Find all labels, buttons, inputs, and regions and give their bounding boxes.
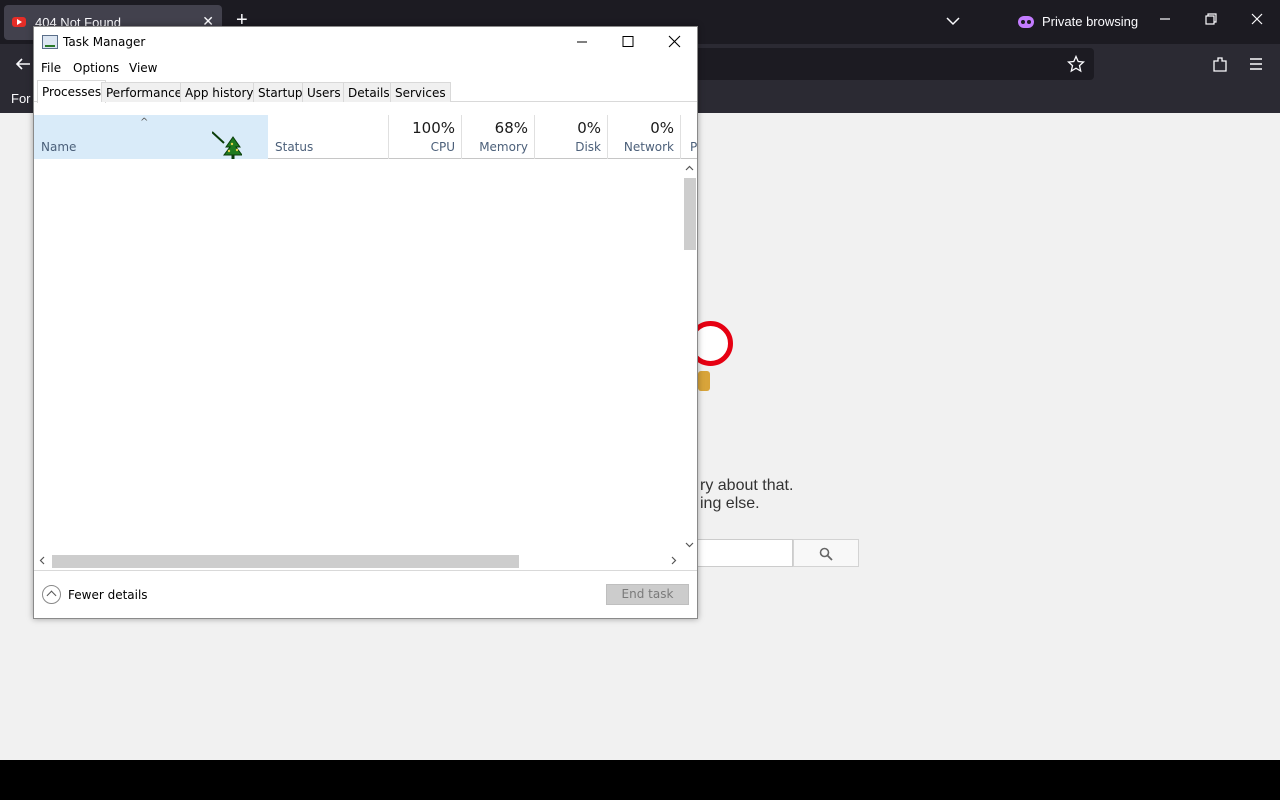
scroll-right-icon[interactable] [669,556,678,565]
memory-percent: 68% [494,119,528,137]
private-mask-icon [1018,15,1034,28]
tab-details[interactable]: Details [343,82,395,102]
tm-minimize-icon[interactable] [559,27,605,57]
back-arrow-icon[interactable] [14,55,32,73]
horizontal-scroll-thumb[interactable] [52,555,519,568]
screen: 404 Not Found ✕ + Private browsing For r… [0,0,1280,800]
column-network[interactable]: 0% Network [608,115,681,159]
process-list[interactable] [34,160,682,553]
column-status-label: Status [275,140,314,154]
task-manager-title: Task Manager [63,35,146,49]
tab-processes[interactable]: Processes [37,80,107,103]
tm-close-icon[interactable] [651,27,697,57]
search-input[interactable] [692,539,793,567]
tab-services[interactable]: Services [390,82,451,102]
process-column-headers: ^ Name Status 100% CPU 68% Memory 0% Dis… [34,115,697,159]
vertical-scroll-thumb[interactable] [684,178,696,250]
scroll-left-icon[interactable] [38,556,47,565]
extensions-icon[interactable] [1211,55,1229,73]
fewer-details-label: Fewer details [68,587,148,602]
column-power-label: P [690,140,698,154]
horizontal-scrollbar[interactable] [34,553,682,569]
menu-file[interactable]: File [41,61,61,75]
column-status[interactable]: Status [269,115,389,159]
private-browsing-indicator: Private browsing [1018,14,1138,29]
error-message-line2: ing else. [700,495,760,512]
column-power[interactable]: P [681,115,697,159]
fewer-details-button[interactable]: Fewer details [42,585,148,604]
column-cpu[interactable]: 100% CPU [389,115,462,159]
disk-percent: 0% [577,119,601,137]
black-bar [0,760,1280,800]
column-network-label: Network [623,140,674,154]
column-disk[interactable]: 0% Disk [535,115,608,159]
task-manager-titlebar[interactable]: Task Manager [34,27,697,57]
menu-hamburger-icon[interactable] [1248,56,1264,72]
restore-icon[interactable] [1204,12,1218,26]
search-button[interactable] [793,539,859,567]
tab-users[interactable]: Users [302,82,346,102]
network-percent: 0% [650,119,674,137]
column-disk-label: Disk [575,140,601,154]
youtube-favicon-icon [12,17,26,27]
column-memory-label: Memory [479,140,528,154]
url-bar[interactable] [690,48,1094,80]
scroll-up-icon[interactable] [685,164,694,173]
search-icon [819,547,833,561]
tm-maximize-icon[interactable] [605,27,651,57]
cpu-percent: 100% [412,119,455,137]
menu-options[interactable]: Options [73,61,119,75]
task-manager-app-icon [42,35,58,49]
tab-performance[interactable]: Performance [101,82,188,102]
tab-app-history[interactable]: App history [180,82,259,102]
private-browsing-label: Private browsing [1042,14,1139,29]
scroll-down-icon[interactable] [685,540,694,549]
task-manager-window: Task Manager File Options View Processes… [33,26,698,619]
chevron-up-circle-icon [42,585,61,604]
bookmark-item[interactable]: For [11,91,31,106]
site-logo-detail [698,371,710,391]
vertical-scrollbar[interactable] [682,160,697,553]
tab-startup[interactable]: Startup [253,82,308,102]
column-name-label: Name [41,140,77,154]
tree-cursor-icon [212,131,242,159]
bookmark-star-icon[interactable] [1067,55,1085,73]
column-cpu-label: CPU [430,140,455,154]
sort-ascending-icon: ^ [140,117,149,128]
end-task-button[interactable]: End task [606,584,689,605]
column-memory[interactable]: 68% Memory [462,115,535,159]
column-name[interactable]: ^ Name [34,115,268,159]
close-window-icon[interactable] [1250,12,1264,26]
error-message-line1: ry about that. [700,477,794,494]
minimize-icon[interactable] [1158,12,1172,26]
chevron-down-icon[interactable] [944,12,962,30]
menu-view[interactable]: View [129,61,157,75]
tm-tabs: Processes Performance App history Startu… [34,80,697,103]
tm-footer: Fewer details End task [34,570,697,618]
